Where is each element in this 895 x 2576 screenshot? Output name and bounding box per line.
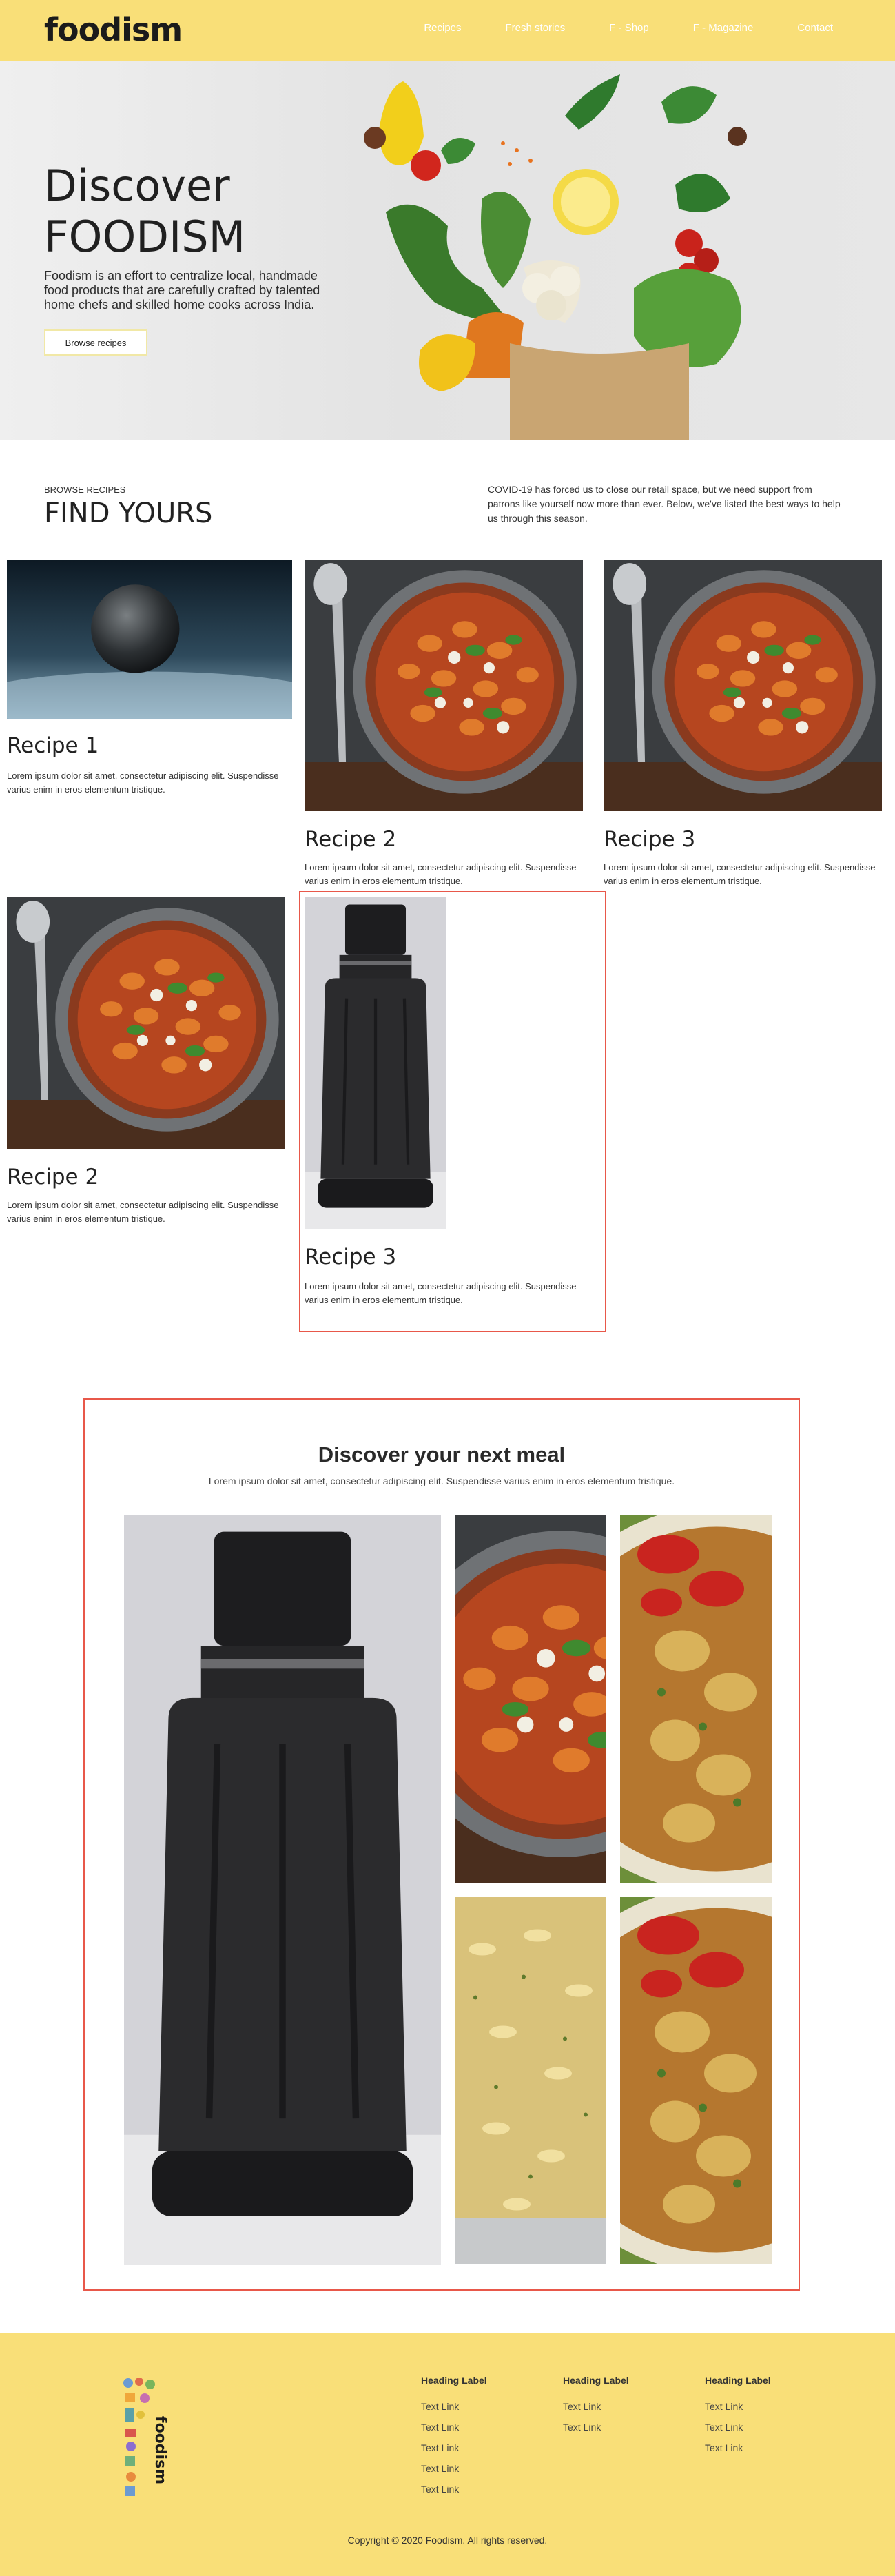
copyright: Copyright © 2020 Foodism. All rights res… (347, 2535, 548, 2546)
browse-recipes-button[interactable]: Browse recipes (44, 329, 147, 356)
discover-meal-section: Discover your next meal Lorem ipsum dolo… (83, 1398, 800, 2291)
site-logo[interactable]: foodism (44, 11, 183, 48)
recipe-title: Recipe 2 (305, 827, 397, 852)
nav-link-fresh-stories[interactable]: Fresh stories (506, 22, 566, 34)
footer-link[interactable]: Text Link (421, 2484, 487, 2495)
nav-link-contact[interactable]: Contact (797, 22, 833, 34)
recipe-title: Recipe 3 (604, 827, 696, 852)
recipe-title: Recipe 1 (7, 733, 99, 758)
hero-section: Discover FOODISM Foodism is an effort to … (0, 61, 895, 440)
site-footer: foodism Heading Label Text Link Text Lin… (0, 2333, 895, 2576)
browse-eyebrow: BROWSE RECIPES (44, 484, 126, 495)
recipe-card[interactable]: Recipe 3 Lorem ipsum dolor sit amet, con… (604, 560, 889, 890)
site-header: foodism Recipes Fresh stories F - Shop F… (0, 0, 895, 61)
footer-link[interactable]: Text Link (421, 2442, 487, 2453)
nav-link-magazine[interactable]: F - Magazine (693, 22, 754, 34)
hero-title: Discover FOODISM (44, 161, 246, 262)
footer-link[interactable]: Text Link (705, 2442, 771, 2453)
footer-heading: Heading Label (563, 2375, 629, 2386)
selection-outline (299, 891, 606, 1332)
footer-logo[interactable]: foodism (120, 2375, 168, 2506)
recipe-card[interactable]: Recipe 2 Lorem ipsum dolor sit amet, con… (7, 897, 292, 1228)
footer-link[interactable]: Text Link (705, 2401, 771, 2412)
recipe-card[interactable]: Recipe 1 Lorem ipsum dolor sit amet, con… (7, 560, 292, 808)
footer-link[interactable]: Text Link (421, 2422, 487, 2433)
find-yours-title: FIND YOURS (44, 498, 213, 529)
gallery-image-curry[interactable] (620, 1897, 772, 2264)
footer-link[interactable]: Text Link (421, 2401, 487, 2412)
hero-vegetables-image (364, 74, 747, 440)
recipe-description: Lorem ipsum dolor sit amet, consectetur … (7, 1200, 279, 1224)
recipe-title: Recipe 2 (7, 1165, 99, 1189)
gallery-image-gnocchi[interactable] (455, 1515, 606, 1883)
recipe-card[interactable]: Recipe 2 Lorem ipsum dolor sit amet, con… (305, 560, 583, 890)
footer-link[interactable]: Text Link (421, 2463, 487, 2474)
discover-title: Discover your next meal (318, 1442, 566, 1466)
gallery-image-pasta[interactable] (455, 1897, 606, 2264)
footer-link[interactable]: Text Link (563, 2401, 629, 2412)
recipe-image-gnocchi (305, 560, 583, 811)
footer-column: Heading Label Text Link Text Link (563, 2375, 629, 2442)
nav-link-recipes[interactable]: Recipes (424, 22, 461, 34)
footer-column: Heading Label Text Link Text Link Text L… (705, 2375, 771, 2463)
recipe-description: Lorem ipsum dolor sit amet, consectetur … (305, 862, 577, 886)
recipe-description: Lorem ipsum dolor sit amet, consectetur … (604, 862, 876, 886)
main-nav: Recipes Fresh stories F - Shop F - Magaz… (424, 22, 833, 34)
recipe-image-planet (7, 560, 292, 719)
discover-subtitle: Lorem ipsum dolor sit amet, consectetur … (208, 1475, 675, 1486)
footer-heading: Heading Label (421, 2375, 487, 2386)
gallery-image-curry[interactable] (620, 1515, 772, 1883)
footer-logo-text: foodism (152, 2416, 168, 2484)
covid-notice: COVID-19 has forced us to close our reta… (488, 484, 841, 524)
recipe-image-gnocchi (604, 560, 882, 811)
footer-link[interactable]: Text Link (563, 2422, 629, 2433)
footer-heading: Heading Label (705, 2375, 771, 2386)
recipe-image-gnocchi (7, 897, 285, 1149)
footer-link[interactable]: Text Link (705, 2422, 771, 2433)
hero-description: Foodism is an effort to centralize local… (44, 269, 320, 311)
nav-link-shop[interactable]: F - Shop (609, 22, 649, 34)
recipe-description: Lorem ipsum dolor sit amet, consectetur … (7, 770, 279, 795)
footer-column: Heading Label Text Link Text Link Text L… (421, 2375, 487, 2504)
gallery-image-monocular[interactable] (124, 1515, 441, 2265)
